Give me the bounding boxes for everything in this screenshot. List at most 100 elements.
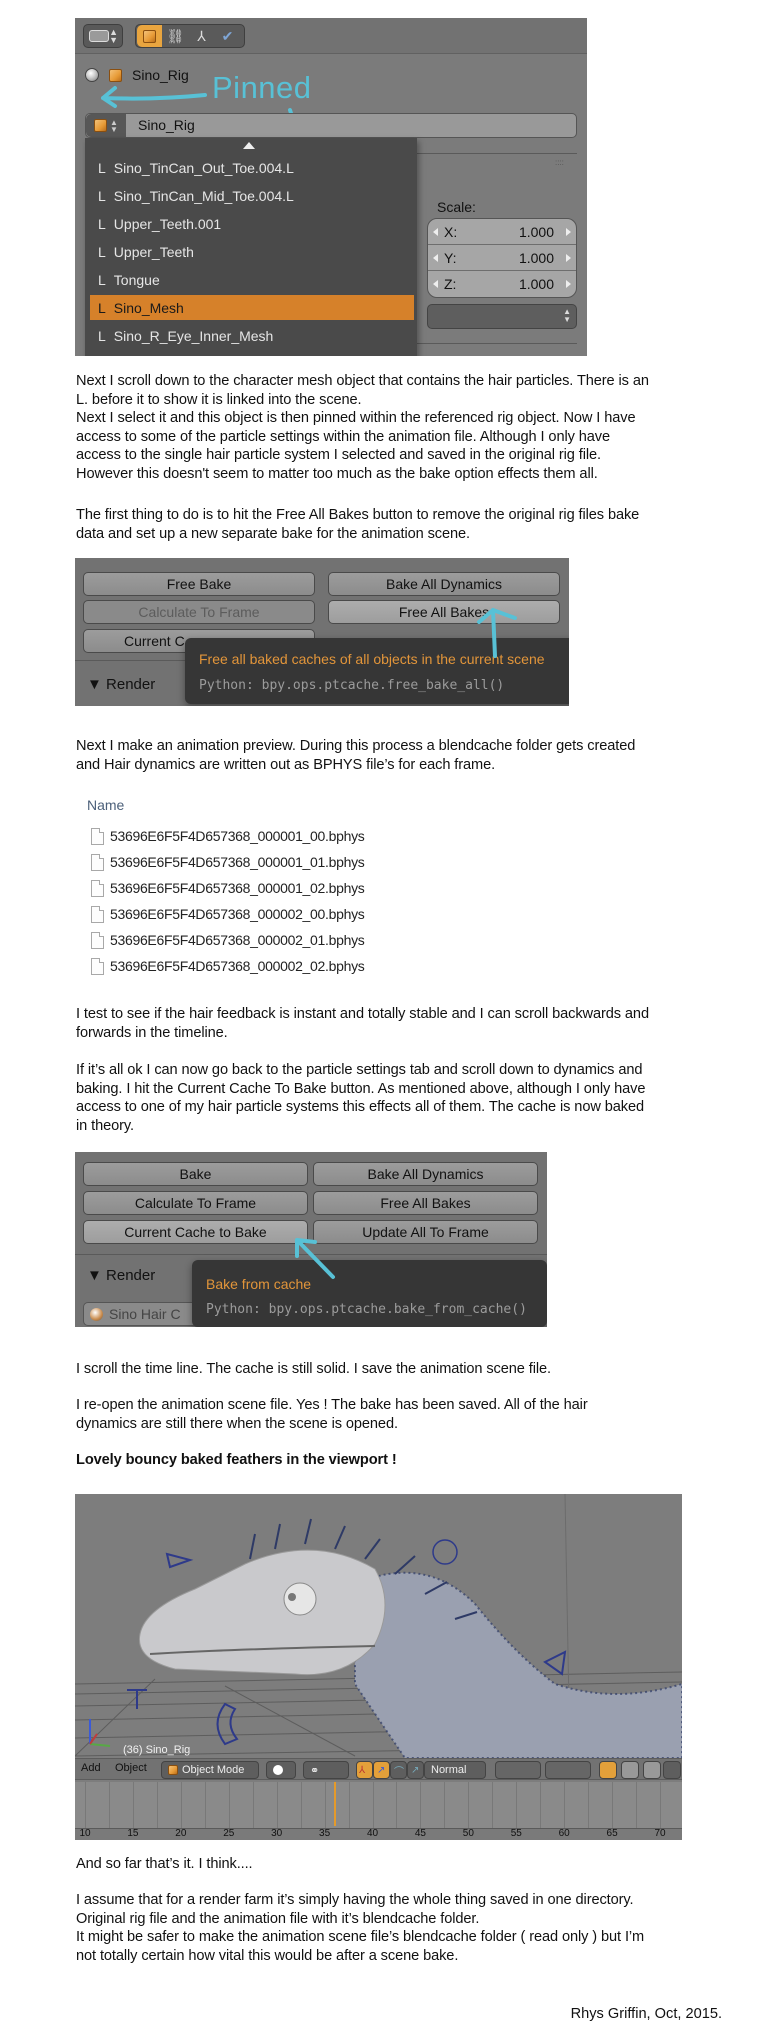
text-line: data and set up a new separate bake for … bbox=[76, 525, 470, 542]
layers-grid-1[interactable] bbox=[495, 1761, 541, 1779]
dropdown-item[interactable]: L Sino_TinCan_Mid_Toe.004.L bbox=[90, 183, 414, 208]
timeline[interactable] bbox=[75, 1782, 682, 1828]
timeline-grid-line bbox=[204, 1782, 206, 1828]
scale-toggle[interactable]: ↗ bbox=[407, 1761, 424, 1779]
increment-arrow-icon[interactable] bbox=[566, 253, 571, 262]
object-selector-field[interactable]: ▲ ▼ Sino_Rig bbox=[85, 113, 577, 138]
column-header-name[interactable]: Name bbox=[87, 797, 124, 813]
timeline-grid-line bbox=[108, 1782, 110, 1828]
text-line: in theory. bbox=[76, 1117, 134, 1134]
paragraph-reopen: I re-open the animation scene file. Yes … bbox=[76, 1396, 726, 1433]
translate-toggle[interactable]: ↗ bbox=[373, 1761, 390, 1779]
mode-label: Object Mode bbox=[182, 1764, 245, 1776]
dropdown-item[interactable]: L Sino_L_Eye_Inner_Mesh bbox=[90, 351, 414, 357]
file-icon bbox=[91, 853, 104, 871]
drag-handle-icon[interactable]: :::: bbox=[555, 158, 564, 167]
timeline-grid-line bbox=[300, 1782, 302, 1828]
axis-label: Z: bbox=[444, 276, 457, 292]
menu-object[interactable]: Object bbox=[115, 1762, 147, 1774]
rotation-mode-select[interactable]: ▲ ▼ bbox=[427, 304, 577, 329]
timeline-grid-line bbox=[85, 1782, 86, 1828]
file-icon bbox=[91, 931, 104, 949]
rotate-toggle[interactable]: ⌒ bbox=[390, 1761, 407, 1779]
outliner-pinned-screenshot: ▲ ▼ ⛓ ⅄ ✔ Sino_Rig Pinned ▲ ▼ Sino_Rig :::… bbox=[75, 18, 587, 356]
timeline-grid-line bbox=[444, 1782, 446, 1828]
dropdown-item[interactable]: L Tongue bbox=[90, 267, 414, 292]
pinned-annotation: Pinned bbox=[212, 70, 312, 105]
file-item[interactable]: 53696E6F5F4D657368_000002_00.bphys bbox=[91, 903, 365, 925]
solid-sphere-icon bbox=[273, 1765, 283, 1775]
snap-element-select[interactable] bbox=[663, 1761, 681, 1779]
increment-arrow-icon[interactable] bbox=[566, 280, 571, 288]
layers-grid-2[interactable] bbox=[545, 1761, 591, 1779]
timeline-grid-line bbox=[156, 1782, 158, 1828]
scroll-up-arrow-icon[interactable] bbox=[243, 142, 255, 149]
file-item[interactable]: 53696E6F5F4D657368_000001_01.bphys bbox=[91, 851, 365, 873]
decrement-arrow-icon[interactable] bbox=[433, 227, 438, 236]
blendcache-file-list: Name 53696E6F5F4D657368_000001_00.bphys … bbox=[75, 785, 405, 990]
viewport-object-info: (36) Sino_Rig bbox=[123, 1744, 191, 1756]
orientation-select[interactable]: Normal bbox=[424, 1761, 486, 1779]
decrement-arrow-icon[interactable] bbox=[433, 280, 438, 288]
timeline-grid-line bbox=[588, 1782, 590, 1828]
timeline-grid-line bbox=[276, 1782, 278, 1828]
timeline-tick-label: 55 bbox=[510, 1828, 522, 1839]
snap-toggle[interactable] bbox=[643, 1761, 661, 1779]
timeline-tick-label: 30 bbox=[271, 1828, 283, 1839]
shading-select[interactable] bbox=[266, 1761, 296, 1779]
file-name: 53696E6F5F4D657368_000002_00.bphys bbox=[110, 906, 365, 922]
dropdown-item[interactable]: L Sino_TinCan_Out_Toe.004.L bbox=[90, 155, 414, 180]
timeline-tick-label: 40 bbox=[366, 1828, 379, 1839]
proportional-edit-toggle[interactable] bbox=[621, 1761, 639, 1779]
timeline-tick-label: 70 bbox=[654, 1828, 666, 1839]
manipulator-toggle[interactable]: ⅄ bbox=[356, 1761, 373, 1779]
scale-x-field[interactable]: X: 1.000 bbox=[428, 219, 576, 245]
timeline-grid-line bbox=[564, 1782, 566, 1828]
timeline-grid-line bbox=[420, 1782, 422, 1828]
file-name: 53696E6F5F4D657368_000001_01.bphys bbox=[110, 854, 365, 870]
object-type-button[interactable]: ▲ ▼ bbox=[86, 114, 126, 137]
rotate-widget bbox=[216, 1702, 239, 1746]
arrow-left-icon bbox=[101, 86, 207, 108]
mode-select[interactable]: Object Mode bbox=[161, 1761, 259, 1779]
text-line: and Hair dynamics are written out as BPH… bbox=[76, 756, 496, 773]
decrement-arrow-icon[interactable] bbox=[433, 253, 438, 262]
linked-prefix: L bbox=[98, 215, 106, 232]
dropdown-item[interactable]: L Upper_Teeth bbox=[90, 239, 414, 264]
pivot-select[interactable]: ⚭ bbox=[303, 1761, 349, 1779]
timeline-tick-label: 25 bbox=[223, 1828, 235, 1839]
menu-add[interactable]: Add bbox=[81, 1762, 101, 1774]
timeline-grid-line bbox=[228, 1782, 230, 1828]
paragraph-pinning: Next I scroll down to the character mesh… bbox=[76, 372, 726, 484]
file-item[interactable]: 53696E6F5F4D657368_000002_02.bphys bbox=[91, 955, 365, 977]
paragraph-current-cache: If it’s all ok I can now go back to the … bbox=[76, 1061, 726, 1135]
dropdown-item-selected[interactable]: L Sino_Mesh bbox=[90, 295, 414, 320]
text-line: However this doesn't seem to matter too … bbox=[76, 465, 598, 482]
current-cache-to-bake-screenshot: Bake Bake All Dynamics Calculate To Fram… bbox=[75, 1152, 547, 1327]
linked-prefix: L bbox=[98, 327, 106, 344]
timeline-grid-line bbox=[132, 1782, 134, 1828]
scale-z-field[interactable]: Z: 1.000 bbox=[428, 271, 576, 297]
dropdown-item[interactable]: L Sino_R_Eye_Inner_Mesh bbox=[90, 323, 414, 348]
file-item[interactable]: 53696E6F5F4D657368_000001_00.bphys bbox=[91, 825, 365, 847]
lock-camera-toggle[interactable] bbox=[599, 1761, 617, 1779]
axis-value: 1.000 bbox=[518, 223, 554, 240]
x-axis-icon bbox=[89, 1733, 98, 1745]
text-line: forwards in the timeline. bbox=[76, 1024, 228, 1041]
viewport-header: Add Object Object Mode ⚭ ⅄ ↗ ⌒ ↗ Normal bbox=[75, 1758, 682, 1780]
file-item[interactable]: 53696E6F5F4D657368_000001_02.bphys bbox=[91, 877, 365, 899]
viewport-canvas[interactable] bbox=[75, 1494, 682, 1758]
increment-arrow-icon[interactable] bbox=[566, 227, 571, 236]
text-line: The first thing to do is to hit the Free… bbox=[76, 507, 640, 523]
bone-widget bbox=[127, 1689, 147, 1709]
paragraph-thats-it: And so far that’s it. I think.... bbox=[76, 1856, 253, 1872]
dropdown-item[interactable]: L Upper_Teeth.001 bbox=[90, 211, 414, 236]
text-line: dynamics are still there when the scene … bbox=[76, 1415, 398, 1432]
file-name: 53696E6F5F4D657368_000002_02.bphys bbox=[110, 958, 365, 974]
timeline-frame-ruler[interactable]: 10 15 20 25 30 35 40 45 50 55 60 65 70 bbox=[75, 1828, 682, 1840]
scale-y-field[interactable]: Y: 1.000 bbox=[428, 245, 576, 271]
file-item[interactable]: 53696E6F5F4D657368_000002_01.bphys bbox=[91, 929, 365, 951]
file-icon bbox=[91, 957, 104, 975]
paragraph-free-all-bakes: The first thing to do is to hit the Free… bbox=[76, 506, 726, 543]
current-frame-cursor[interactable] bbox=[334, 1782, 337, 1826]
